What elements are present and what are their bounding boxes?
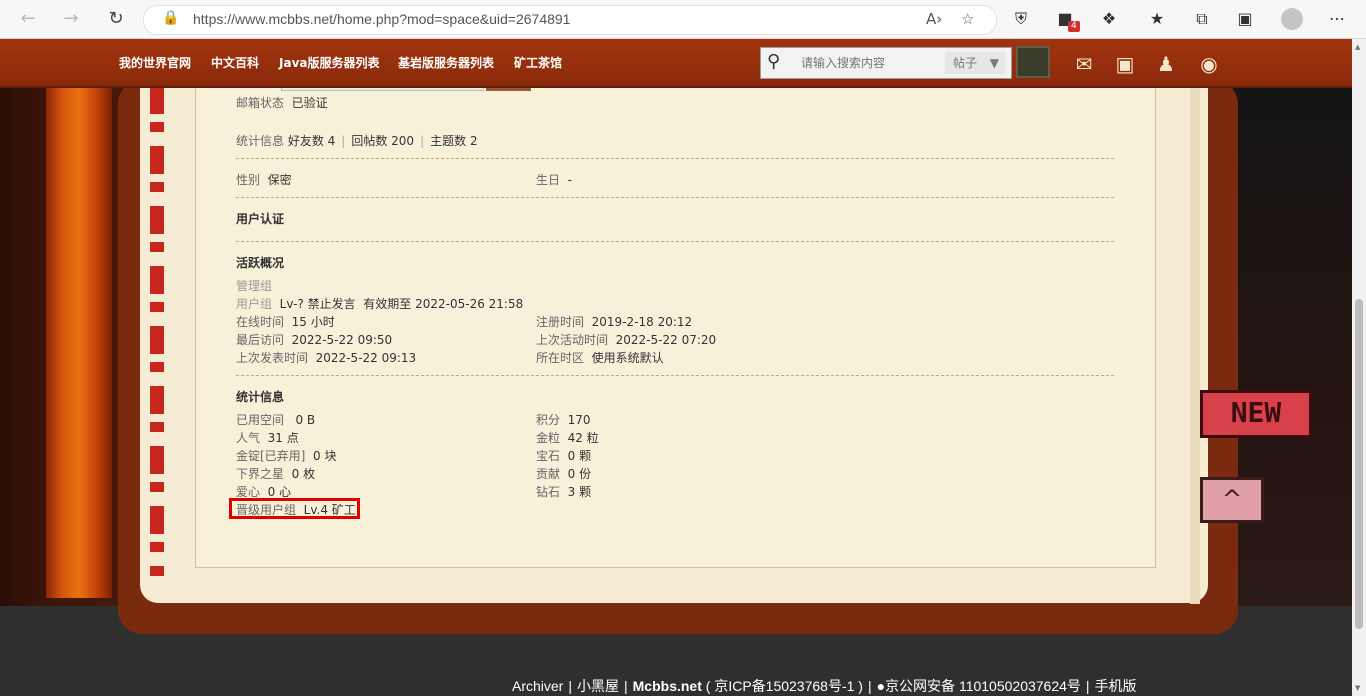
forward-icon[interactable]: →: [59, 7, 83, 31]
nav-link-bedrock-servers[interactable]: 基岩版服务器列表: [398, 54, 494, 71]
timezone: 所在时区 使用系统默认: [536, 351, 664, 365]
gender: 性别 保密: [236, 173, 292, 187]
stats-title: 统计信息: [236, 390, 285, 404]
more-menu-icon[interactable]: ⋯: [1326, 8, 1348, 30]
diamonds: 钻石 3 颗: [536, 485, 592, 499]
user-menu-icon[interactable]: ♟: [1152, 51, 1180, 77]
extension-badge: 4: [1068, 21, 1080, 32]
admin-group: 管理组: [236, 279, 273, 293]
back-to-top-flag[interactable]: ^: [1200, 477, 1264, 523]
last-active: 上次活动时间 2022-5-22 07:20: [536, 333, 717, 347]
lava-fall: [46, 88, 112, 598]
book-page-edge: [1190, 86, 1200, 604]
last-post: 上次发表时间 2022-5-22 09:13: [236, 351, 417, 365]
search-type-label: 帖子: [953, 56, 978, 70]
divider: [236, 375, 1114, 376]
gold-ingots: 金锭[已弃用] 0 块: [236, 449, 337, 463]
cert-title: 用户认证: [236, 212, 285, 226]
site-footer: Archiver | 小黑屋 | Mcbbs.net ( 京ICP备15023768号-…: [512, 678, 1137, 694]
used-space: 已用空间 0 B: [236, 413, 316, 427]
message-icon[interactable]: ✉: [1070, 51, 1098, 77]
stats-summary: 统计信息 好友数 4 | 回帖数 200 | 主题数 2: [236, 134, 478, 148]
online-time: 在线时间 15 小时: [236, 315, 335, 329]
last-visit: 最后访问 2022-5-22 09:50: [236, 333, 393, 347]
divider: [236, 158, 1114, 159]
register-time: 注册时间 2019-2-18 20:12: [536, 315, 693, 329]
friends-link[interactable]: 好友数 4: [288, 134, 335, 148]
nav-link-official[interactable]: 我的世界官网: [119, 54, 191, 71]
search-input[interactable]: [799, 52, 943, 74]
chevron-down-icon: ▼: [989, 56, 999, 70]
footer-mobile-link[interactable]: 手机版: [1095, 678, 1137, 694]
puzzle-icon[interactable]: ❖: [1098, 8, 1120, 30]
read-aloud-icon[interactable]: A​›: [926, 10, 942, 28]
browser-toolbar: ← → ↻ 🔒 https://www.mcbbs.net/home.php?m…: [0, 0, 1366, 39]
favorites-icon[interactable]: ★: [1146, 8, 1168, 30]
footer-blackroom-link[interactable]: 小黑屋: [577, 678, 619, 694]
footer-police-link[interactable]: 京公网安备 11010502037624号: [885, 678, 1081, 694]
screenshot-icon[interactable]: ▣: [1234, 8, 1256, 30]
lock-icon: 🔒: [162, 10, 180, 26]
new-thread-flag[interactable]: NEW: [1200, 390, 1312, 438]
nav-link-teahouse[interactable]: 矿工茶馆: [514, 54, 562, 71]
divider: [236, 241, 1114, 242]
nav-link-wiki[interactable]: 中文百科: [211, 54, 259, 71]
highlight-annotation: [229, 498, 360, 519]
shield-extension-icon[interactable]: ⛨: [1010, 8, 1032, 30]
nav-link-java-servers[interactable]: Java版服务器列表: [279, 54, 379, 71]
footer-icp-link[interactable]: ( 京ICP备15023768号-1 ): [706, 678, 863, 694]
user-group: 用户组 Lv-? 禁止发言 有效期至 2022-05-26 21:58: [236, 297, 524, 311]
favorite-add-icon[interactable]: ☆: [961, 10, 974, 28]
search-icon[interactable]: ⚲: [767, 51, 780, 72]
site-header: 我的世界官网 中文百科 Java版服务器列表 基岩版服务器列表 矿工茶馆 ⚲ 帖…: [0, 39, 1352, 88]
threads-link[interactable]: 主题数 2: [430, 134, 477, 148]
points: 积分 170: [536, 413, 591, 427]
nether-stars: 下界之星 0 枚: [236, 467, 316, 481]
notification-icon[interactable]: ▣: [1111, 51, 1139, 77]
collections-icon[interactable]: ⧉: [1191, 8, 1213, 30]
police-badge-icon: ●: [876, 678, 886, 694]
gold-nuggets: 金粒 42 粒: [536, 431, 599, 445]
replies-link[interactable]: 回帖数 200: [351, 134, 414, 148]
nether-background-right: [1230, 88, 1352, 610]
profile-avatar[interactable]: [1281, 8, 1303, 30]
scroll-thumb[interactable]: [1355, 299, 1363, 629]
theme-icon[interactable]: ◉: [1195, 51, 1223, 77]
contribution: 贡献 0 份: [536, 467, 592, 481]
address-bar[interactable]: 🔒 https://www.mcbbs.net/home.php?mod=spa…: [143, 5, 997, 35]
search-box: ⚲ 帖子 ▼: [760, 47, 1012, 79]
footer-archiver-link[interactable]: Archiver: [512, 678, 563, 694]
scroll-up-icon[interactable]: ▲: [1355, 43, 1360, 51]
user-avatar[interactable]: [1016, 46, 1050, 78]
email-status: 邮箱状态 已验证: [236, 96, 328, 110]
refresh-icon[interactable]: ↻: [104, 7, 128, 31]
search-type-select[interactable]: 帖子 ▼: [945, 52, 1005, 74]
popularity: 人气 31 点: [236, 431, 299, 445]
scroll-down-icon[interactable]: ▼: [1355, 684, 1360, 692]
footer-site-link[interactable]: Mcbbs.net: [633, 678, 702, 694]
page-scrollbar[interactable]: ▲ ▼: [1352, 39, 1366, 696]
user-group-link[interactable]: Lv-? 禁止发言: [280, 297, 356, 311]
activity-title: 活跃概况: [236, 256, 285, 270]
gems: 宝石 0 颗: [536, 449, 592, 463]
back-icon[interactable]: ←: [16, 7, 40, 31]
url-text[interactable]: https://www.mcbbs.net/home.php?mod=space…: [193, 11, 570, 27]
divider: [236, 197, 1114, 198]
birthday: 生日 -: [536, 173, 572, 187]
book-binding: [150, 86, 164, 576]
